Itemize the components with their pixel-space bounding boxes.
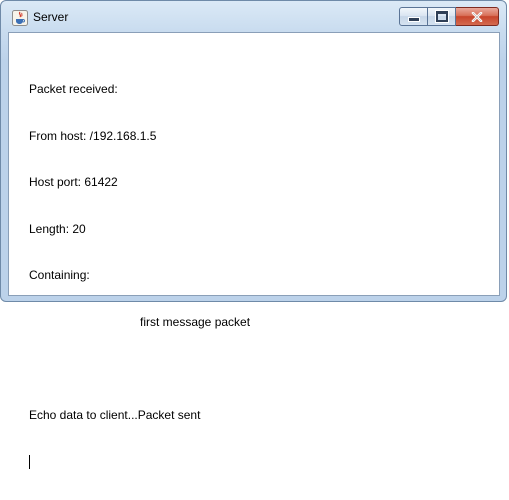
- log-line: From host: /192.168.1.5: [29, 128, 157, 143]
- java-icon[interactable]: [12, 10, 28, 26]
- window-title: Server: [33, 10, 69, 24]
- minimize-icon: [407, 17, 420, 22]
- server-window: Server Packet received: From host: /192.…: [0, 0, 507, 469]
- log-line: Packet received:: [29, 82, 118, 96]
- maximize-button[interactable]: [428, 7, 456, 26]
- close-button[interactable]: [456, 7, 499, 26]
- log-line: first message packet: [140, 314, 251, 329]
- minimize-button[interactable]: [399, 7, 428, 26]
- maximize-icon: [435, 11, 448, 22]
- log-line: Containing:: [29, 268, 90, 282]
- client-area: Packet received: From host: /192.168.1.5…: [8, 32, 500, 469]
- log-line: Echo data to client...Packet sent: [29, 407, 201, 422]
- close-icon: [471, 11, 483, 22]
- text-caret: [29, 455, 30, 469]
- log-line: Host port: 61422: [29, 175, 118, 189]
- window-controls: [399, 7, 499, 26]
- log-textarea[interactable]: Packet received: From host: /192.168.1.5…: [10, 34, 498, 469]
- title-bar[interactable]: Server: [1, 1, 506, 31]
- log-line: Length: 20: [29, 221, 86, 236]
